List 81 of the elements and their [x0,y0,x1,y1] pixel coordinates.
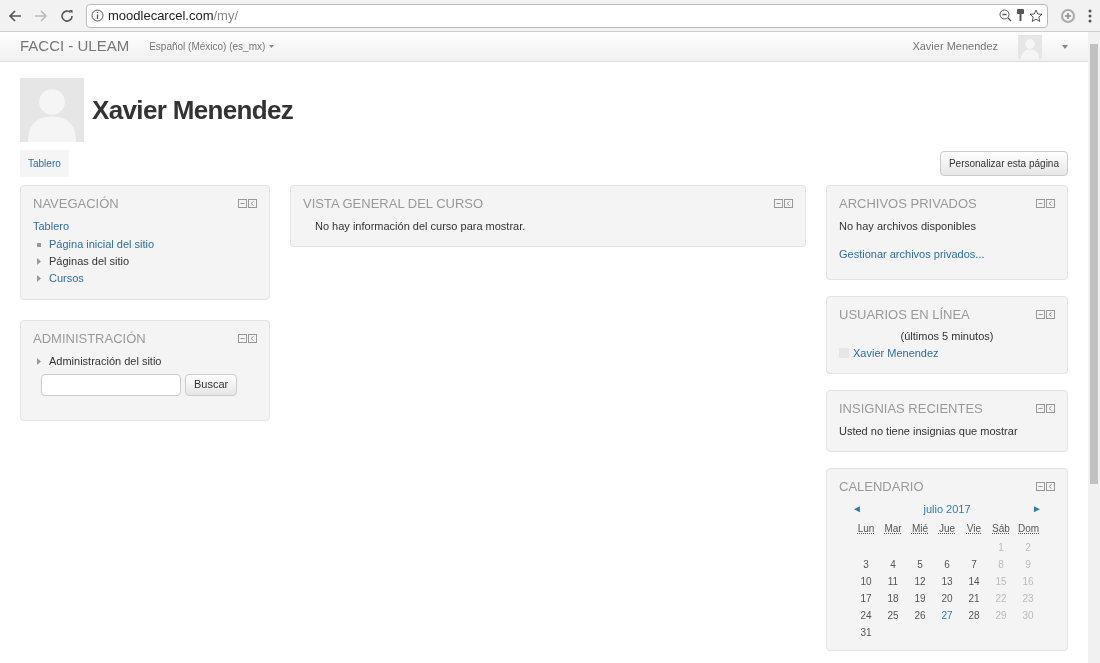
calendar-day[interactable]: 31 [856,625,876,638]
search-button[interactable]: Buscar [185,373,238,396]
block-title: VISTA GENERAL DEL CURSO [303,195,484,213]
caret-icon [269,45,275,48]
block-title: NAVEGACIÓN [33,195,119,213]
zoom-out-icon[interactable] [999,9,1012,22]
empty-message: No hay información del curso para mostrar. [314,218,527,234]
block-title: ADMINISTRACIÓN [33,330,146,348]
time-period: (últimos 5 minutos) [900,329,994,344]
caret-icon[interactable] [1062,44,1068,49]
expand-arrow-icon [37,258,41,265]
calendar-day[interactable]: 11 [883,574,903,587]
calendar-day[interactable]: 5 [910,557,930,570]
nav-link[interactable]: Cursos [49,270,84,287]
language-menu[interactable]: Español (México) (es_mx) [149,39,275,54]
calendar-day[interactable]: 28 [964,608,984,621]
nav-item[interactable]: Páginas del sitio [49,253,130,270]
calendar-day[interactable]: 7 [964,557,984,570]
calendar-day[interactable]: 17 [856,591,876,604]
block-title: INSIGNIAS RECIENTES [839,400,983,418]
next-month-arrow[interactable]: ► [1032,501,1042,517]
block-controls-icon[interactable] [1036,199,1055,209]
url-text: moodlecarcel.com/my/ [108,6,239,25]
calendar-day[interactable]: 27 [937,608,957,621]
weekday-header: Vie [965,522,983,536]
calendar-day[interactable]: 4 [883,557,903,570]
expand-arrow-icon [37,357,41,365]
block-controls-icon[interactable] [1036,482,1055,492]
star-icon[interactable] [1029,8,1043,23]
online-user-link[interactable]: Xavier Menendez [853,344,939,361]
weekday-header: Dom [1018,522,1038,536]
empty-message: Usted no tiene insignias que mostrar [839,423,1019,439]
profile-name: Xavier Menendez [92,93,294,127]
block-title: USUARIOS EN LÍNEA [839,305,970,324]
back-icon[interactable] [8,8,22,23]
calendar-day[interactable]: 18 [883,591,903,604]
weekday-header: Mar [883,522,903,536]
block-controls-icon[interactable] [238,199,257,209]
calendar-day[interactable]: 26 [910,608,930,621]
user-name[interactable]: Xavier Menendez [912,38,998,55]
info-icon [91,9,104,22]
calendar-day[interactable]: 24 [856,608,876,621]
forward-icon[interactable] [34,8,48,23]
calendar-day[interactable]: 12 [910,574,930,587]
block-controls-icon[interactable] [774,199,793,209]
block-controls-icon[interactable] [238,334,257,344]
address-bar[interactable]: moodlecarcel.com/my/ [86,3,1048,28]
calendar-day[interactable]: 21 [964,591,984,604]
month-title: julio 2017 [923,501,971,517]
weekday-header: Lun [856,522,876,536]
bullet-icon [37,242,41,247]
block-title: CALENDARIO [839,478,924,496]
block-controls-icon[interactable] [1036,309,1055,319]
nav-item[interactable]: Administración del sitio [49,352,162,370]
calendar-day[interactable]: 13 [937,574,957,587]
calendar-day[interactable]: 14 [964,574,984,587]
block-title: ARCHIVOS PRIVADOS [839,195,977,213]
key-icon[interactable] [1016,9,1025,22]
calendar-day[interactable]: 20 [937,591,957,604]
extension-icon[interactable] [1060,7,1076,24]
search-field[interactable] [41,373,181,396]
expand-arrow-icon [37,275,41,282]
menu-icon[interactable] [1088,8,1092,23]
site-brand[interactable]: FACCI - ULEAM [20,35,130,58]
calendar-day[interactable]: 10 [856,574,876,587]
weekday-header: Jue [937,522,957,536]
calendar-day[interactable]: 6 [937,557,957,570]
calendar-day[interactable]: 25 [883,608,903,621]
nav-link[interactable]: Tablero [33,217,257,234]
reload-icon[interactable] [60,8,74,23]
calendar-day[interactable]: 3 [856,557,876,570]
calendar-day[interactable]: 19 [910,591,930,604]
breadcrumb-tab[interactable]: Tablero [20,150,69,177]
previous-month-arrow[interactable]: ◄ [852,501,862,517]
weekday-header: Mié [910,522,930,536]
nav-link[interactable]: Página inicial del sitio [49,236,155,253]
block-controls-icon[interactable] [1036,404,1055,414]
customize-page-button[interactable]: Personalizar esta página [939,151,1068,176]
manage-files-link[interactable]: Gestionar archivos privados... [839,246,1055,263]
weekday-header: Sáb [991,522,1011,536]
empty-message: No hay archivos disponibles [839,218,977,234]
